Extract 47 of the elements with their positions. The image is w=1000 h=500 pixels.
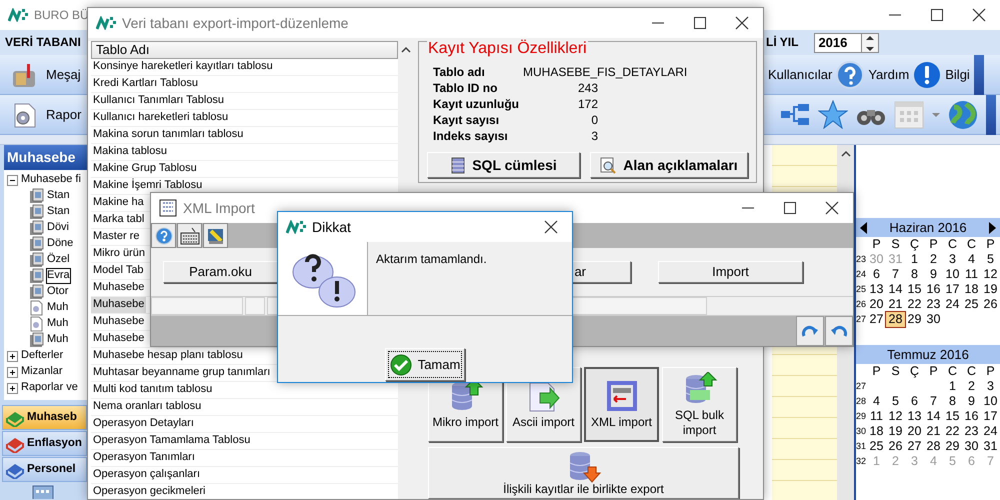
- weekday-label: C: [946, 364, 958, 379]
- weekday-label: S: [890, 237, 901, 252]
- field-value: MUHASEBE_FIS_DETAYLARI: [523, 64, 688, 80]
- field-label: Indeks sayısı: [433, 128, 509, 144]
- week-number: 32: [856, 455, 867, 468]
- week-number: 30: [856, 425, 867, 438]
- week-number: 28: [856, 395, 867, 408]
- window-title: Veri tabanı export-import-düzenleme: [122, 14, 348, 32]
- weekday-label: Ç: [908, 364, 920, 379]
- week-number: 27: [856, 380, 867, 393]
- weekday-label: C: [946, 237, 958, 252]
- week-number: 31: [856, 440, 867, 453]
- weekday-label: C: [966, 237, 978, 252]
- panel-title: Muhasebe: [4, 145, 87, 170]
- year-label: Lİ YIL: [766, 35, 798, 50]
- field-label: Tablo adı: [433, 64, 486, 80]
- month-title: Temmuz 2016: [887, 346, 969, 362]
- field-value: 0: [590, 112, 598, 128]
- week-number: 25: [856, 283, 867, 296]
- weekday-label: C: [966, 364, 978, 379]
- window-title: XML Import: [183, 200, 255, 216]
- weekday-label: S: [890, 364, 901, 379]
- week-number: 24: [856, 268, 867, 281]
- week-number: 29: [856, 410, 867, 423]
- nav-label: Muhaseb: [27, 410, 77, 424]
- weekday-label: P: [928, 237, 939, 252]
- week-number: 23: [856, 253, 867, 266]
- weekday-label: P: [871, 364, 882, 379]
- weekday-label: P: [871, 237, 882, 252]
- dialog-title: Dikkat: [312, 218, 351, 236]
- weekday-label: P: [985, 364, 996, 379]
- field-value: 172: [576, 96, 598, 112]
- month-title: Haziran 2016: [889, 220, 967, 236]
- week-number: 26: [856, 298, 867, 311]
- weekday-label: P: [985, 237, 996, 252]
- nav-label: Personel: [27, 462, 76, 476]
- field-label: Kayıt uzunluğu: [433, 96, 520, 112]
- field-value: 243: [576, 80, 598, 96]
- nav-label: Enflasyon: [27, 436, 82, 450]
- weekday-label: Ç: [908, 237, 920, 252]
- group-title: Kayıt Yapısı Özellikleri: [427, 39, 588, 58]
- weekday-label: P: [928, 364, 939, 379]
- field-value: 3: [590, 128, 598, 144]
- field-label: Tablo ID no: [433, 80, 498, 96]
- dialog-message: Aktarım tamamlandı.: [375, 251, 488, 268]
- week-number: 27: [856, 313, 867, 326]
- field-label: Kayıt sayısı: [433, 112, 500, 128]
